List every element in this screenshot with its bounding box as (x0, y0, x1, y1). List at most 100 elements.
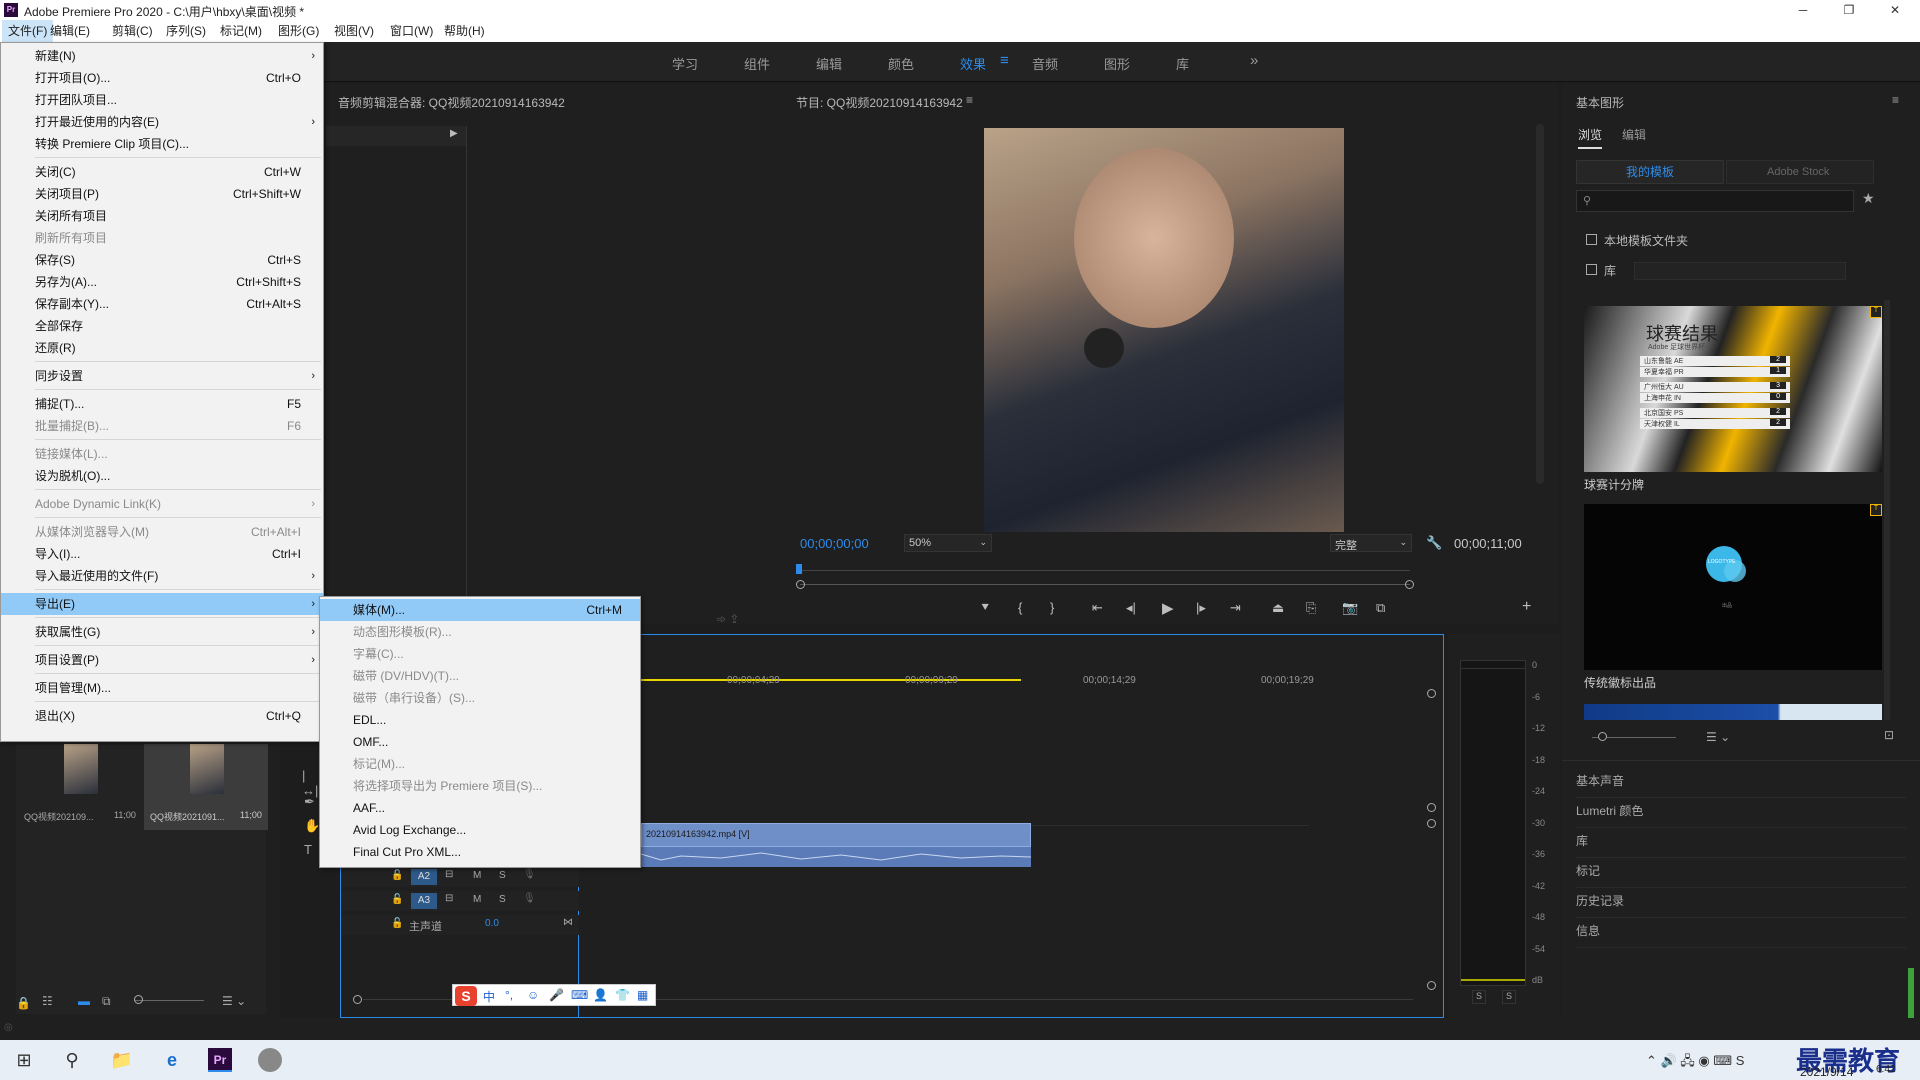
file-menu-item[interactable]: 另存为(A)... Ctrl+Shift+S (1, 271, 323, 293)
adobe-stock-button[interactable]: Adobe Stock (1726, 160, 1874, 184)
sync-lock-icon[interactable]: ⊟ (445, 869, 453, 880)
lock-icon[interactable]: 🔓 (391, 918, 403, 929)
graphics-scrollbar[interactable] (1884, 300, 1890, 720)
pen-icon[interactable]: ✒ (304, 794, 315, 810)
file-menu-item[interactable]: 保存副本(Y)... Ctrl+Alt+S (1, 293, 323, 315)
export-menu-item[interactable]: 标记(M)... (320, 753, 640, 775)
file-menu-item[interactable]: 打开项目(O)... Ctrl+O (1, 67, 323, 89)
ime-button[interactable]: 中 (483, 988, 495, 1005)
file-menu-item[interactable]: 批量捕捉(B)... F6 (1, 415, 323, 437)
collapsed-panel[interactable]: 历史记录 (1576, 892, 1906, 918)
template-thumbnail[interactable]: LOGOTYPE 出品 T (1584, 504, 1882, 670)
file-menu-item[interactable]: 导入最近使用的文件(F) › (1, 565, 323, 587)
collapsed-panel[interactable]: 基本声音 (1576, 772, 1906, 798)
edge-browser-icon[interactable]: e (160, 1048, 184, 1072)
more-workspaces-icon[interactable]: » (1250, 52, 1258, 69)
library-checkbox[interactable] (1586, 264, 1597, 275)
zoom-handle-left[interactable] (796, 580, 805, 589)
collapsed-panel[interactable]: 库 (1576, 832, 1906, 858)
ime-button[interactable]: 👕 (615, 988, 630, 1002)
menu-6[interactable]: 视图(V) (328, 20, 380, 42)
export-menu-item[interactable]: 将选择项导出为 Premiere 项目(S)... (320, 775, 640, 797)
ime-button[interactable]: ⌨ (571, 988, 588, 1002)
quality-select[interactable]: 完整 ⌄ (1330, 534, 1412, 552)
track-name[interactable]: A3 (411, 893, 437, 909)
current-timecode[interactable]: 00;00;00;00 (800, 536, 869, 551)
file-menu-item[interactable]: 捕捉(T)... F5 (1, 393, 323, 415)
ime-button[interactable]: 👤 (593, 988, 608, 1002)
file-menu-item[interactable]: 退出(X) Ctrl+Q (1, 705, 323, 727)
menu-5[interactable]: 图形(G) (272, 20, 325, 42)
sogou-icon[interactable]: S (455, 986, 477, 1006)
workspace-tab[interactable]: 颜色 (888, 54, 914, 73)
tab-browse[interactable]: 浏览 (1578, 126, 1603, 149)
file-explorer-icon[interactable]: 📁 (110, 1048, 134, 1072)
mixer-footer-icon[interactable]: ➾ ⇪ (716, 612, 739, 626)
ime-button[interactable]: °, (505, 988, 513, 1002)
export-menu-item[interactable]: 磁带（串行设备）(S)... (320, 687, 640, 709)
panel-menu-icon[interactable]: ≡ (966, 93, 973, 107)
slider-handle[interactable] (134, 995, 143, 1004)
mark-out-icon[interactable]: } (1050, 600, 1054, 615)
tray-icons[interactable]: ⌃ 🔊 🖧 ◉ ⌨ S (1646, 1052, 1744, 1074)
menu-icon[interactable]: ≡ (1000, 52, 1009, 69)
search-input[interactable]: ⚲ (1576, 190, 1854, 212)
file-menu-item[interactable]: 项目管理(M)... (1, 677, 323, 699)
ime-button[interactable]: ☺ (527, 988, 539, 1002)
mute-button[interactable]: M (473, 894, 481, 905)
sort-icon[interactable]: ☰ ⌄ (1706, 730, 1730, 744)
mic-icon[interactable]: 🎙 (523, 893, 536, 904)
go-to-out-icon[interactable]: ⇥ (1230, 600, 1241, 616)
monitor-scrollbar[interactable] (1536, 124, 1544, 484)
template-thumbnail[interactable]: 球赛结果 Adobe 足球世界杯 山东鲁能 AE 2 华夏幸福 PR 1 广州恒大 AU… (1584, 306, 1882, 472)
mark-in-icon[interactable]: { (1018, 600, 1022, 615)
workspace-tab[interactable]: 库 (1176, 54, 1189, 73)
file-menu-item[interactable]: 还原(R) (1, 337, 323, 359)
hand-icon[interactable]: ✋ (304, 818, 320, 834)
scroll-handle[interactable] (1427, 689, 1436, 698)
workspace-tab[interactable]: 编辑 (816, 54, 842, 73)
menu-3[interactable]: 序列(S) (160, 20, 212, 42)
add-button-icon[interactable]: + (1522, 598, 1531, 616)
zoom-select[interactable]: 50% ⌄ (904, 534, 992, 552)
mic-icon[interactable]: 🎙 (523, 869, 536, 880)
file-menu-item[interactable]: 刷新所有项目 (1, 227, 323, 249)
master-volume[interactable]: 0.0 (485, 918, 499, 929)
zoom-bar[interactable] (800, 584, 1410, 585)
audio-clip[interactable] (581, 847, 1031, 867)
compare-view-icon[interactable]: ⧉ (1376, 600, 1385, 616)
file-menu-item[interactable]: 同步设置 › (1, 365, 323, 387)
workspace-tab[interactable]: 学习 (672, 54, 698, 73)
freeform-view-icon[interactable]: ⧉ (102, 994, 111, 1009)
file-menu-item[interactable]: 打开最近使用的内容(E) › (1, 111, 323, 133)
library-select[interactable] (1634, 262, 1846, 280)
workspace-tab[interactable]: 效果 (960, 54, 986, 73)
export-menu-item[interactable]: 字幕(C)... (320, 643, 640, 665)
template-thumbnail-partial[interactable] (1584, 704, 1882, 720)
collapsed-panel[interactable]: Lumetri 颜色 (1576, 802, 1906, 828)
zoom-handle-right[interactable] (1405, 580, 1414, 589)
playhead[interactable] (796, 564, 802, 574)
sort-icon[interactable]: ☰ ⌄ (222, 994, 246, 1008)
step-back-icon[interactable]: ◂| (1126, 600, 1136, 616)
star-icon[interactable]: ★ (1862, 190, 1875, 207)
menu-1[interactable]: 编辑(E) (44, 20, 96, 42)
file-menu-item[interactable]: 关闭所有项目 (1, 205, 323, 227)
export-menu-item[interactable]: AAF... (320, 797, 640, 819)
scroll-handle[interactable] (1427, 803, 1436, 812)
menu-2[interactable]: 剪辑(C) (106, 20, 159, 42)
work-area-bar[interactable] (641, 679, 1021, 681)
workspace-tab[interactable]: 组件 (744, 54, 770, 73)
slider-handle[interactable] (1598, 732, 1607, 741)
export-menu-item[interactable]: Avid Log Exchange... (320, 819, 640, 841)
wrench-icon[interactable]: 🔧 (1426, 535, 1442, 551)
list-view-icon[interactable]: ☷ (42, 994, 53, 1008)
new-folder-icon[interactable]: ⊡ (1884, 728, 1894, 742)
file-menu-item[interactable]: 导入(I)... Ctrl+I (1, 543, 323, 565)
sync-lock-icon[interactable]: ⊟ (445, 893, 453, 904)
h-scroll-handle[interactable] (353, 995, 362, 1004)
solo-left-button[interactable]: S (1472, 990, 1486, 1004)
premiere-taskbar-icon[interactable]: Pr (208, 1048, 232, 1072)
extract-icon[interactable]: ⎘ (1306, 600, 1316, 616)
solo-right-button[interactable]: S (1502, 990, 1516, 1004)
